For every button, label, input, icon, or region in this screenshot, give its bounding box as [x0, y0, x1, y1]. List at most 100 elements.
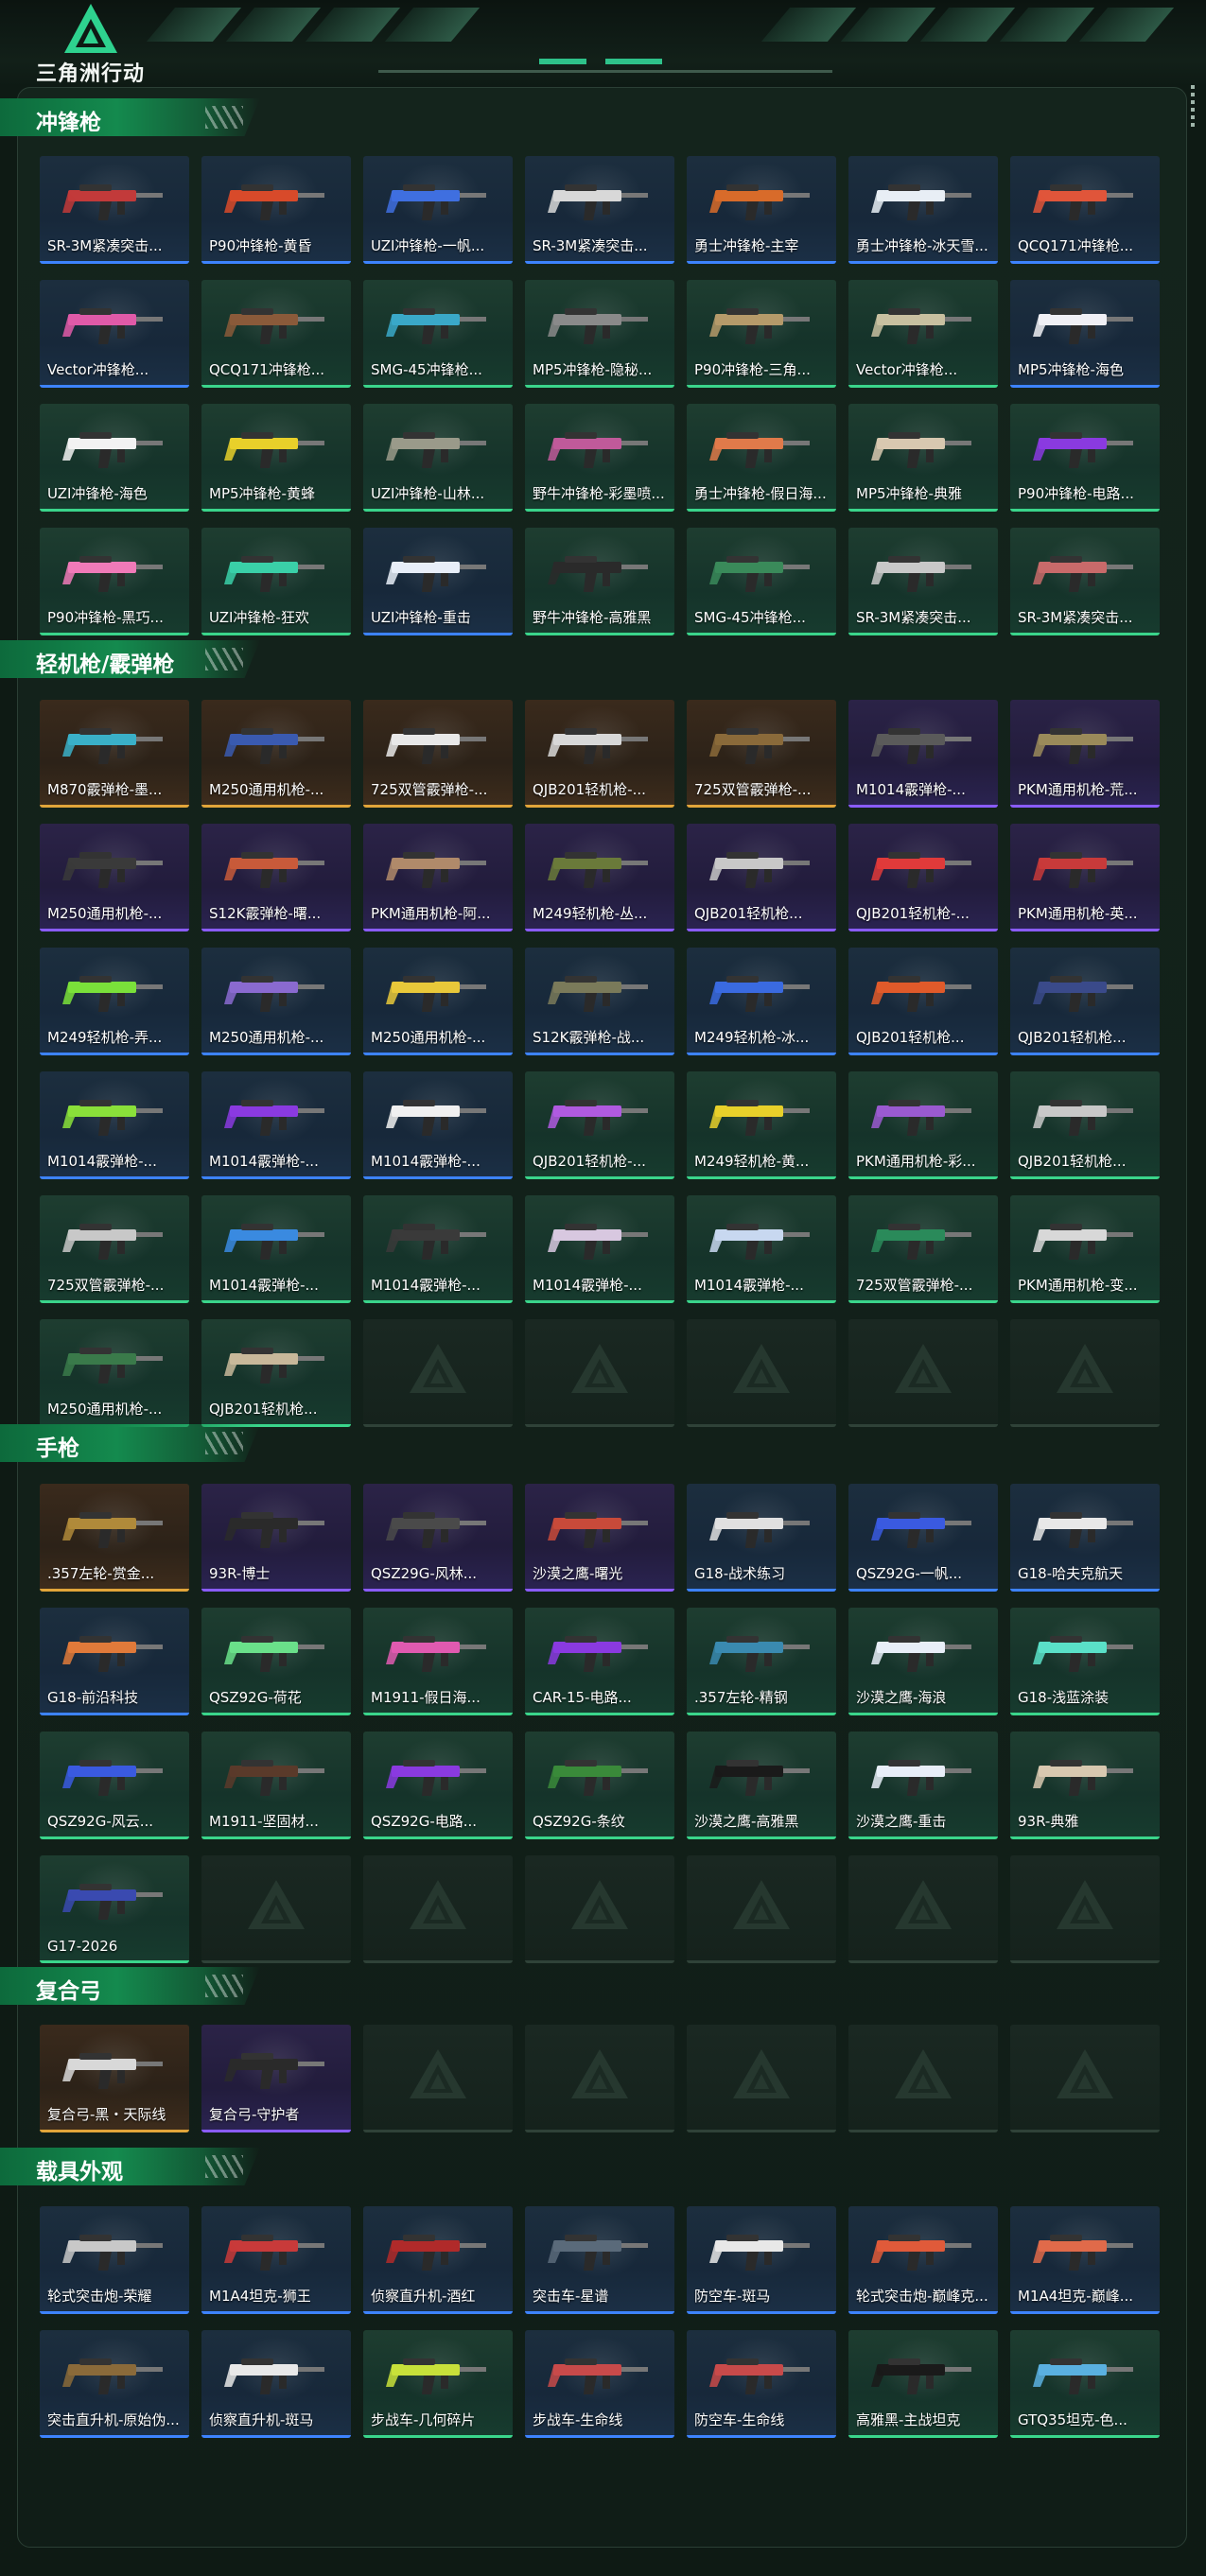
- skin-card[interactable]: S12K霰弹枪-曙...: [201, 824, 351, 931]
- skin-card[interactable]: M1A4坦克-狮王: [201, 2206, 351, 2314]
- skin-card[interactable]: 突击直升机-原始伪...: [40, 2330, 189, 2438]
- skin-card[interactable]: 93R-典雅: [1010, 1732, 1160, 1839]
- skin-card[interactable]: UZI冲锋枪-海色: [40, 404, 189, 512]
- skin-card[interactable]: SR-3M紧凑突击...: [848, 528, 998, 635]
- skin-card[interactable]: 勇士冲锋枪-主宰: [687, 156, 836, 264]
- skin-card[interactable]: CAR-15-电路...: [525, 1608, 674, 1715]
- skin-card[interactable]: M1A4坦克-巅峰...: [1010, 2206, 1160, 2314]
- skin-card[interactable]: .357左轮-赏金...: [40, 1484, 189, 1592]
- skin-card[interactable]: M250通用机枪-...: [40, 1319, 189, 1427]
- skin-card[interactable]: M249轻机枪-丛...: [525, 824, 674, 931]
- skin-card[interactable]: SMG-45冲锋枪...: [363, 280, 513, 388]
- skin-card[interactable]: 725双管霰弹枪-...: [848, 1195, 998, 1303]
- skin-card[interactable]: 复合弓-黑・天际线: [40, 2025, 189, 2132]
- skin-card[interactable]: M1014霰弹枪-...: [525, 1195, 674, 1303]
- skin-card[interactable]: QJB201轻机枪...: [687, 824, 836, 931]
- skin-card[interactable]: G18-战术练习: [687, 1484, 836, 1592]
- skin-card[interactable]: QJB201轻机枪...: [848, 948, 998, 1055]
- skin-card[interactable]: QSZ29G-风林...: [363, 1484, 513, 1592]
- skin-card[interactable]: 725双管霰弹枪-...: [363, 700, 513, 808]
- skin-card[interactable]: M1014霰弹枪-...: [40, 1071, 189, 1179]
- skin-card[interactable]: 野牛冲锋枪-高雅黑: [525, 528, 674, 635]
- skin-card[interactable]: M1014霰弹枪-...: [363, 1195, 513, 1303]
- skin-card[interactable]: MP5冲锋枪-典雅: [848, 404, 998, 512]
- skin-card[interactable]: PKM通用机枪-荒...: [1010, 700, 1160, 808]
- skin-card[interactable]: M1014霰弹枪-...: [363, 1071, 513, 1179]
- skin-card[interactable]: SMG-45冲锋枪...: [687, 528, 836, 635]
- skin-card[interactable]: PKM通用机枪-阿...: [363, 824, 513, 931]
- skin-card[interactable]: .357左轮-精钢: [687, 1608, 836, 1715]
- skin-card[interactable]: 防空车-生命线: [687, 2330, 836, 2438]
- skin-card[interactable]: M1014霰弹枪-...: [201, 1195, 351, 1303]
- skin-card[interactable]: P90冲锋枪-三角...: [687, 280, 836, 388]
- scroll-indicator[interactable]: [1189, 85, 1197, 142]
- skin-card[interactable]: M250通用机枪-...: [201, 948, 351, 1055]
- skin-card[interactable]: P90冲锋枪-黄昏: [201, 156, 351, 264]
- skin-card[interactable]: SR-3M紧凑突击...: [525, 156, 674, 264]
- skin-card[interactable]: QJB201轻机枪...: [1010, 948, 1160, 1055]
- skin-card[interactable]: P90冲锋枪-电路...: [1010, 404, 1160, 512]
- skin-card[interactable]: 沙漠之鹰-曙光: [525, 1484, 674, 1592]
- skin-card[interactable]: PKM通用机枪-变...: [1010, 1195, 1160, 1303]
- skin-card[interactable]: 步战车-生命线: [525, 2330, 674, 2438]
- skin-card[interactable]: UZI冲锋枪-一帆...: [363, 156, 513, 264]
- skin-card[interactable]: UZI冲锋枪-山林...: [363, 404, 513, 512]
- skin-card[interactable]: 725双管霰弹枪-...: [40, 1195, 189, 1303]
- skin-card[interactable]: QJB201轻机枪-...: [848, 824, 998, 931]
- skin-card[interactable]: QJB201轻机枪-...: [525, 1071, 674, 1179]
- skin-card[interactable]: QSZ92G-条纹: [525, 1732, 674, 1839]
- skin-card[interactable]: G18-前沿科技: [40, 1608, 189, 1715]
- skin-card[interactable]: 沙漠之鹰-海浪: [848, 1608, 998, 1715]
- skin-card[interactable]: QCQ171冲锋枪...: [1010, 156, 1160, 264]
- skin-card[interactable]: G17-2026: [40, 1855, 189, 1963]
- skin-card[interactable]: 高雅黑-主战坦克: [848, 2330, 998, 2438]
- skin-card[interactable]: 勇士冲锋枪-冰天雪...: [848, 156, 998, 264]
- skin-card[interactable]: 沙漠之鹰-重击: [848, 1732, 998, 1839]
- skin-card[interactable]: QJB201轻机枪-...: [525, 700, 674, 808]
- skin-card[interactable]: M870霰弹枪-墨...: [40, 700, 189, 808]
- skin-card[interactable]: M1014霰弹枪-...: [201, 1071, 351, 1179]
- skin-card[interactable]: QSZ92G-风云...: [40, 1732, 189, 1839]
- skin-card[interactable]: MP5冲锋枪-黄蜂: [201, 404, 351, 512]
- skin-card[interactable]: M249轻机枪-冰...: [687, 948, 836, 1055]
- skin-card[interactable]: QJB201轻机枪...: [201, 1319, 351, 1427]
- skin-card[interactable]: G18-浅蓝涂装: [1010, 1608, 1160, 1715]
- skin-card[interactable]: QSZ92G-电路...: [363, 1732, 513, 1839]
- skin-card[interactable]: G18-哈夫克航天: [1010, 1484, 1160, 1592]
- skin-card[interactable]: M249轻机枪-黄...: [687, 1071, 836, 1179]
- skin-card[interactable]: M1911-坚固材...: [201, 1732, 351, 1839]
- skin-card[interactable]: QCQ171冲锋枪...: [201, 280, 351, 388]
- skin-card[interactable]: S12K霰弹枪-战...: [525, 948, 674, 1055]
- skin-card[interactable]: 沙漠之鹰-高雅黑: [687, 1732, 836, 1839]
- skin-card[interactable]: 野牛冲锋枪-彩墨喷...: [525, 404, 674, 512]
- skin-card[interactable]: M249轻机枪-弄...: [40, 948, 189, 1055]
- skin-card[interactable]: M250通用机枪-...: [363, 948, 513, 1055]
- skin-card[interactable]: QSZ92G-荷花: [201, 1608, 351, 1715]
- skin-card[interactable]: MP5冲锋枪-隐秘...: [525, 280, 674, 388]
- skin-card[interactable]: 轮式突击炮-荣耀: [40, 2206, 189, 2314]
- skin-card[interactable]: 轮式突击炮-巅峰克...: [848, 2206, 998, 2314]
- skin-card[interactable]: 复合弓-守护者: [201, 2025, 351, 2132]
- skin-card[interactable]: SR-3M紧凑突击...: [1010, 528, 1160, 635]
- skin-card[interactable]: QJB201轻机枪...: [1010, 1071, 1160, 1179]
- skin-card[interactable]: M1014霰弹枪-...: [848, 700, 998, 808]
- skin-card[interactable]: GTQ35坦克-色...: [1010, 2330, 1160, 2438]
- skin-card[interactable]: 勇士冲锋枪-假日海...: [687, 404, 836, 512]
- skin-card[interactable]: 突击车-星谱: [525, 2206, 674, 2314]
- skin-card[interactable]: MP5冲锋枪-海色: [1010, 280, 1160, 388]
- skin-card[interactable]: 防空车-斑马: [687, 2206, 836, 2314]
- skin-card[interactable]: M1014霰弹枪-...: [687, 1195, 836, 1303]
- skin-card[interactable]: P90冲锋枪-黑巧...: [40, 528, 189, 635]
- skin-card[interactable]: M1911-假日海...: [363, 1608, 513, 1715]
- skin-card[interactable]: UZI冲锋枪-重击: [363, 528, 513, 635]
- skin-card[interactable]: 93R-博士: [201, 1484, 351, 1592]
- skin-card[interactable]: Vector冲锋枪...: [40, 280, 189, 388]
- skin-card[interactable]: UZI冲锋枪-狂欢: [201, 528, 351, 635]
- skin-card[interactable]: 侦察直升机-斑马: [201, 2330, 351, 2438]
- skin-card[interactable]: QSZ92G-一帆...: [848, 1484, 998, 1592]
- skin-card[interactable]: PKM通用机枪-英...: [1010, 824, 1160, 931]
- skin-card[interactable]: 步战车-几何碎片: [363, 2330, 513, 2438]
- skin-card[interactable]: M250通用机枪-...: [201, 700, 351, 808]
- skin-card[interactable]: 侦察直升机-酒红: [363, 2206, 513, 2314]
- skin-card[interactable]: SR-3M紧凑突击...: [40, 156, 189, 264]
